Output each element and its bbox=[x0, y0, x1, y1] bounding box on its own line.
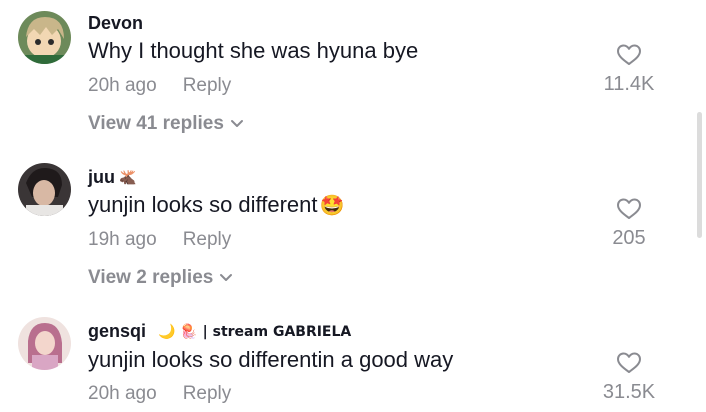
username-emoji: 🫎 bbox=[119, 169, 137, 186]
comment-meta: 19h ago Reply bbox=[88, 229, 231, 251]
comment-body: yunjin looks so differentin a good way bbox=[88, 347, 454, 372]
like-button[interactable]: 205 bbox=[594, 197, 664, 250]
comment-timestamp: 20h ago bbox=[88, 383, 157, 404]
reply-button[interactable]: Reply bbox=[183, 75, 232, 97]
comment-timestamp: 19h ago bbox=[88, 229, 157, 250]
comment-username[interactable]: Devon bbox=[88, 13, 143, 34]
chevron-down-icon bbox=[220, 274, 233, 281]
like-count: 31.5K bbox=[602, 381, 656, 403]
scrollbar[interactable] bbox=[697, 112, 702, 238]
comment-body: Why I thought she was hyuna bye bbox=[88, 38, 419, 63]
comment-text: yunjin looks so different 🤩 bbox=[88, 192, 344, 218]
avatar[interactable] bbox=[18, 163, 71, 216]
view-replies-label[interactable]: View 41 replies bbox=[88, 113, 224, 135]
comment-text: Why I thought she was hyuna bye bbox=[88, 38, 418, 64]
star-eyes-emoji-icon: 🤩 bbox=[319, 193, 345, 217]
heart-icon[interactable] bbox=[616, 351, 642, 375]
view-replies-button[interactable]: View 2 replies bbox=[88, 267, 233, 289]
view-replies-button[interactable]: View 41 replies bbox=[88, 113, 244, 135]
comment-meta: 20h ago Reply bbox=[88, 383, 231, 405]
comment-username[interactable]: gensqi 🌙 🪼 | stream GABRIELA bbox=[88, 321, 351, 342]
username-text[interactable]: gensqi bbox=[88, 321, 146, 342]
heart-icon[interactable] bbox=[616, 43, 642, 67]
avatar[interactable] bbox=[18, 11, 71, 64]
like-button[interactable]: 31.5K bbox=[594, 351, 664, 404]
anime-character-avatar-icon bbox=[18, 11, 71, 64]
comment-timestamp: 20h ago bbox=[88, 75, 157, 96]
username-text[interactable]: Devon bbox=[88, 13, 143, 34]
reply-button[interactable]: Reply bbox=[183, 229, 232, 251]
like-count: 205 bbox=[612, 227, 646, 249]
like-button[interactable]: 11.4K bbox=[594, 43, 664, 96]
chevron-down-icon bbox=[230, 120, 243, 127]
avatar[interactable] bbox=[18, 317, 71, 370]
comment-username[interactable]: juu 🫎 bbox=[88, 167, 136, 188]
comment-meta: 20h ago Reply bbox=[88, 75, 231, 97]
person-photo-avatar-icon bbox=[18, 163, 71, 216]
doll-photo-avatar-icon bbox=[18, 317, 71, 370]
username-suffix: 🌙 🪼 | stream GABRIELA bbox=[158, 323, 352, 340]
username-text[interactable]: juu bbox=[88, 167, 115, 188]
comment-text: yunjin looks so differentin a good way bbox=[88, 347, 453, 373]
like-count: 11.4K bbox=[603, 73, 655, 95]
comment-body: yunjin looks so different bbox=[88, 192, 318, 217]
reply-button[interactable]: Reply bbox=[183, 383, 232, 405]
view-replies-label[interactable]: View 2 replies bbox=[88, 267, 213, 289]
heart-icon[interactable] bbox=[616, 197, 642, 221]
